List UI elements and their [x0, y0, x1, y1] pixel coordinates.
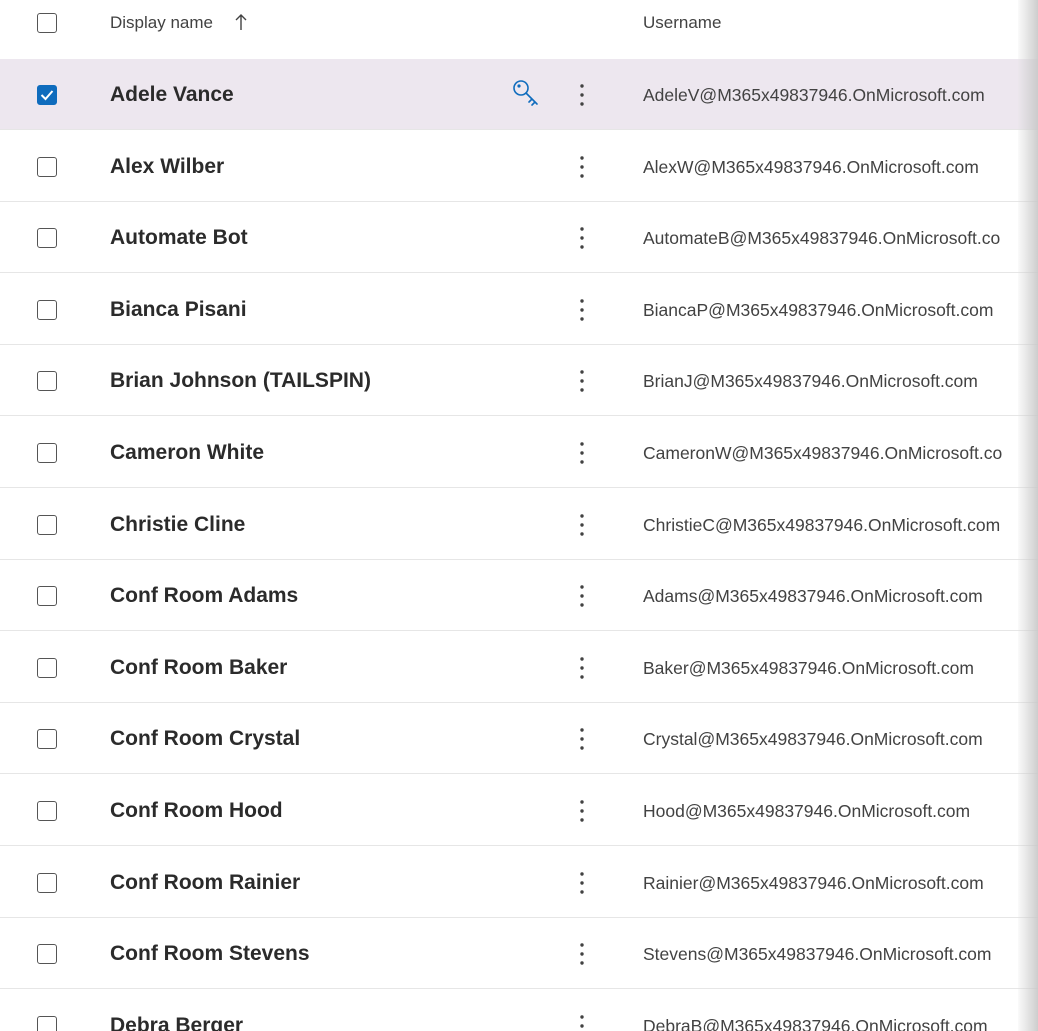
more-options-icon[interactable]	[573, 224, 591, 252]
display-name-link[interactable]: Conf Room Crystal	[110, 727, 300, 751]
display-name-link[interactable]: Brian Johnson (TAILSPIN)	[110, 369, 371, 393]
display-name-link[interactable]: Conf Room Adams	[110, 584, 298, 608]
checkmark-icon	[40, 90, 54, 101]
table-row[interactable]: Bianca Pisani BiancaP@M365x49837946.OnMic…	[0, 274, 1038, 345]
row-checkbox[interactable]	[37, 228, 57, 248]
username-text: BiancaP@M365x49837946.OnMicrosoft.com	[643, 300, 994, 320]
display-name-link[interactable]: Christie Cline	[110, 513, 245, 537]
row-checkbox[interactable]	[37, 801, 57, 821]
more-options-icon[interactable]	[573, 1012, 591, 1031]
column-header-display-name[interactable]: Display name	[110, 13, 213, 33]
row-checkbox[interactable]	[37, 658, 57, 678]
arrow-up-icon[interactable]	[234, 12, 248, 32]
display-name-link[interactable]: Cameron White	[110, 441, 264, 465]
row-checkbox[interactable]	[37, 85, 57, 105]
table-row[interactable]: Conf Room Crystal Crystal@M365x49837946.O…	[0, 703, 1038, 774]
display-name-link[interactable]: Debra Berger	[110, 1014, 243, 1031]
table-row[interactable]: Debra Berger DebraB@M365x49837946.OnMicro…	[0, 990, 1038, 1031]
username-text: Adams@M365x49837946.OnMicrosoft.com	[643, 586, 983, 606]
table-row[interactable]: Conf Room Hood Hood@M365x49837946.OnMicro…	[0, 775, 1038, 846]
row-checkbox[interactable]	[37, 443, 57, 463]
table-row[interactable]: Automate Bot AutomateB@M365x49837946.OnMi…	[0, 202, 1038, 273]
username-text: CameronW@M365x49837946.OnMicrosoft.co	[643, 443, 1003, 463]
more-options-icon[interactable]	[573, 511, 591, 539]
row-checkbox[interactable]	[37, 586, 57, 606]
row-checkbox[interactable]	[37, 157, 57, 177]
more-options-icon[interactable]	[573, 654, 591, 682]
table-row[interactable]: Alex Wilber AlexW@M365x49837946.OnMicroso…	[0, 131, 1038, 202]
username-text: AlexW@M365x49837946.OnMicrosoft.com	[643, 157, 979, 177]
row-checkbox[interactable]	[37, 300, 57, 320]
more-options-icon[interactable]	[573, 439, 591, 467]
username-text: DebraB@M365x49837946.OnMicrosoft.com	[643, 1016, 988, 1031]
display-name-link[interactable]: Conf Room Stevens	[110, 942, 310, 966]
select-all-checkbox[interactable]	[37, 13, 57, 33]
more-options-icon[interactable]	[573, 725, 591, 753]
more-options-icon[interactable]	[573, 296, 591, 324]
more-options-icon[interactable]	[573, 367, 591, 395]
username-text: BrianJ@M365x49837946.OnMicrosoft.com	[643, 371, 978, 391]
username-text: Stevens@M365x49837946.OnMicrosoft.com	[643, 944, 992, 964]
key-icon[interactable]	[510, 77, 544, 111]
username-text: AutomateB@M365x49837946.OnMicrosoft.co	[643, 228, 1001, 248]
display-name-link[interactable]: Conf Room Baker	[110, 656, 287, 680]
more-options-icon[interactable]	[573, 582, 591, 610]
display-name-link[interactable]: Conf Room Rainier	[110, 871, 300, 895]
username-text: Rainier@M365x49837946.OnMicrosoft.com	[643, 873, 984, 893]
row-checkbox[interactable]	[37, 515, 57, 535]
username-text: Baker@M365x49837946.OnMicrosoft.com	[643, 658, 974, 678]
username-text: Hood@M365x49837946.OnMicrosoft.com	[643, 801, 971, 821]
row-checkbox[interactable]	[37, 729, 57, 749]
table-header: Display name Username	[0, 0, 1038, 50]
row-checkbox[interactable]	[37, 873, 57, 893]
more-options-icon[interactable]	[573, 797, 591, 825]
table-row[interactable]: Cameron White CameronW@M365x49837946.OnMi…	[0, 417, 1038, 488]
table-row[interactable]: Conf Room Adams Adams@M365x49837946.OnMic…	[0, 560, 1038, 631]
users-table: Display name Username Adele Vance AdeleV@…	[0, 0, 1038, 1031]
table-row[interactable]: Conf Room Stevens Stevens@M365x49837946.O…	[0, 918, 1038, 989]
scrollbar[interactable]	[1018, 0, 1038, 1031]
username-text: AdeleV@M365x49837946.OnMicrosoft.com	[643, 85, 985, 105]
display-name-link[interactable]: Bianca Pisani	[110, 298, 247, 322]
more-options-icon[interactable]	[573, 940, 591, 968]
display-name-link[interactable]: Conf Room Hood	[110, 799, 283, 823]
row-checkbox[interactable]	[37, 1016, 57, 1031]
table-row[interactable]: Brian Johnson (TAILSPIN) BrianJ@M365x4983…	[0, 345, 1038, 416]
username-text: ChristieC@M365x49837946.OnMicrosoft.com	[643, 515, 1001, 535]
more-options-icon[interactable]	[573, 81, 591, 109]
table-row[interactable]: Christie Cline ChristieC@M365x49837946.On…	[0, 489, 1038, 560]
more-options-icon[interactable]	[573, 869, 591, 897]
display-name-link[interactable]: Alex Wilber	[110, 155, 224, 179]
table-row[interactable]: Conf Room Rainier Rainier@M365x49837946.O…	[0, 847, 1038, 918]
row-checkbox[interactable]	[37, 371, 57, 391]
table-row[interactable]: Conf Room Baker Baker@M365x49837946.OnMic…	[0, 632, 1038, 703]
column-header-username[interactable]: Username	[643, 13, 721, 33]
more-options-icon[interactable]	[573, 153, 591, 181]
display-name-link[interactable]: Automate Bot	[110, 226, 248, 250]
display-name-link[interactable]: Adele Vance	[110, 83, 234, 107]
row-checkbox[interactable]	[37, 944, 57, 964]
username-text: Crystal@M365x49837946.OnMicrosoft.com	[643, 729, 983, 749]
table-row[interactable]: Adele Vance AdeleV@M365x49837946.OnMicros…	[0, 59, 1038, 130]
